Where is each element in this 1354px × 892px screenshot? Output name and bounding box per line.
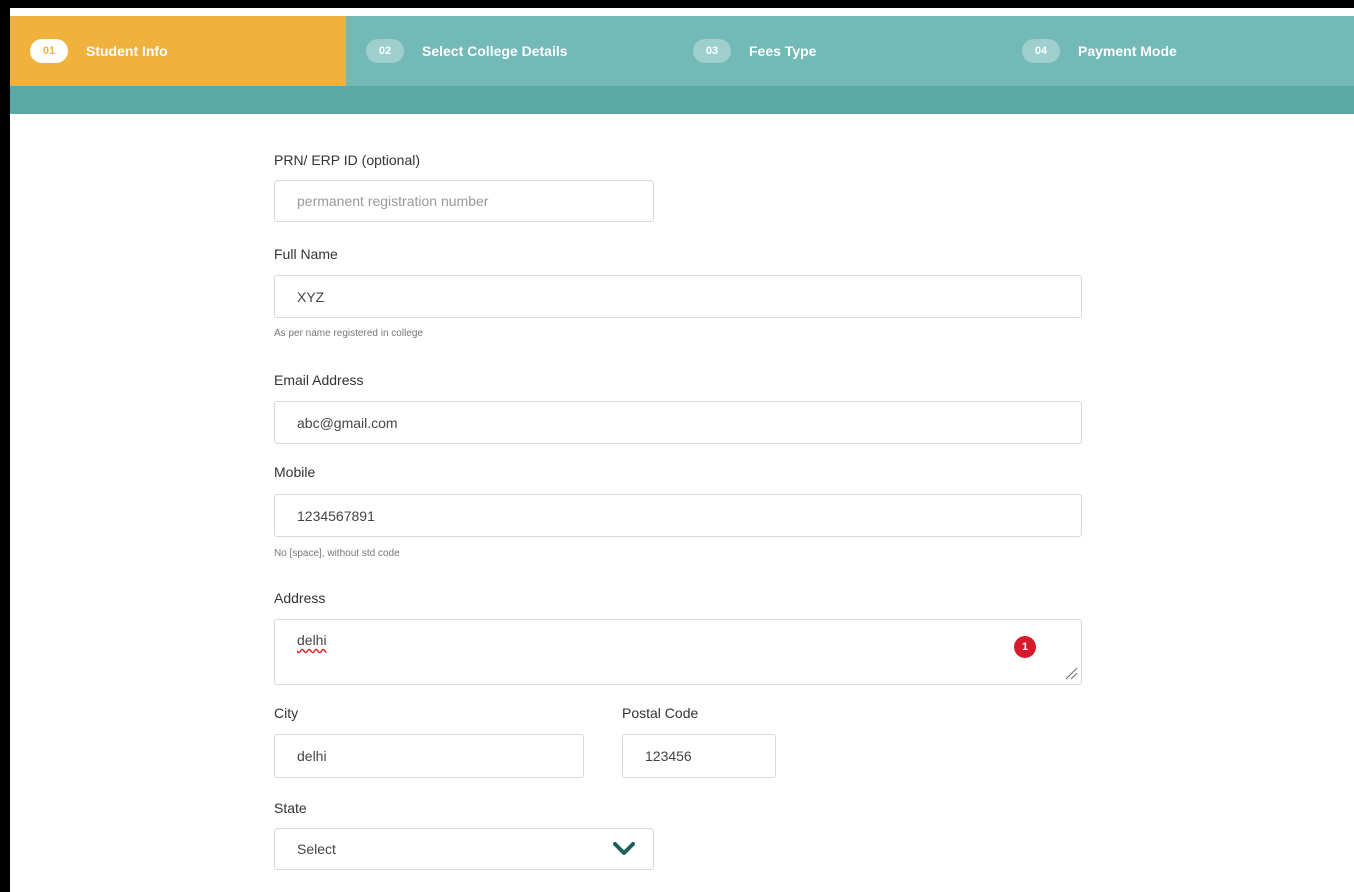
address-textarea[interactable]: delhi (274, 619, 1082, 685)
step-number: 04 (1022, 39, 1060, 63)
mobile-value: 1234567891 (297, 507, 375, 524)
prn-label: PRN/ ERP ID (optional) (274, 152, 421, 168)
step-number: 03 (693, 39, 731, 63)
step-number: 02 (366, 39, 404, 63)
header-band (10, 86, 1354, 114)
state-value: Select (297, 841, 336, 857)
step-label: Select College Details (422, 43, 568, 59)
state-label: State (274, 800, 307, 816)
chevron-down-icon (613, 842, 635, 855)
city-label: City (274, 705, 299, 721)
mobile-label: Mobile (274, 464, 316, 480)
mobile-input[interactable]: 1234567891 (274, 494, 1082, 537)
full-name-input[interactable]: XYZ (274, 275, 1082, 318)
postal-code-label: Postal Code (622, 705, 699, 721)
email-label: Email Address (274, 372, 364, 388)
email-input[interactable]: abc@gmail.com (274, 401, 1082, 444)
grammar-badge[interactable]: 1 (1014, 636, 1036, 658)
step-student-info[interactable]: 01 Student Info (10, 16, 346, 86)
address-label: Address (274, 590, 326, 606)
full-name-hint: As per name registered in college (274, 328, 423, 339)
step-label: Payment Mode (1078, 43, 1177, 59)
step-select-college-details[interactable]: 02 Select College Details (366, 16, 568, 86)
step-number: 01 (30, 39, 68, 63)
step-bar: 01 Student Info 02 Select College Detail… (10, 16, 1354, 86)
city-input[interactable]: delhi (274, 734, 584, 778)
step-fees-type[interactable]: 03 Fees Type (693, 16, 816, 86)
postal-code-input[interactable]: 123456 (622, 734, 776, 778)
postal-code-value: 123456 (645, 748, 692, 764)
city-value: delhi (297, 748, 327, 764)
resize-handle-icon[interactable] (1064, 666, 1078, 680)
form-frame: 01 Student Info 02 Select College Detail… (10, 0, 1354, 892)
prn-placeholder: permanent registration number (297, 193, 489, 209)
prn-input[interactable]: permanent registration number (274, 180, 654, 222)
full-name-label: Full Name (274, 246, 338, 262)
full-name-value: XYZ (297, 288, 325, 305)
state-select[interactable]: Select (274, 828, 654, 870)
email-value: abc@gmail.com (297, 414, 398, 431)
step-label: Fees Type (749, 43, 817, 59)
mobile-hint: No [space], without std code (274, 548, 400, 559)
address-value: delhi (297, 632, 327, 648)
step-label: Student Info (86, 43, 168, 59)
step-payment-mode[interactable]: 04 Payment Mode (1022, 16, 1177, 86)
